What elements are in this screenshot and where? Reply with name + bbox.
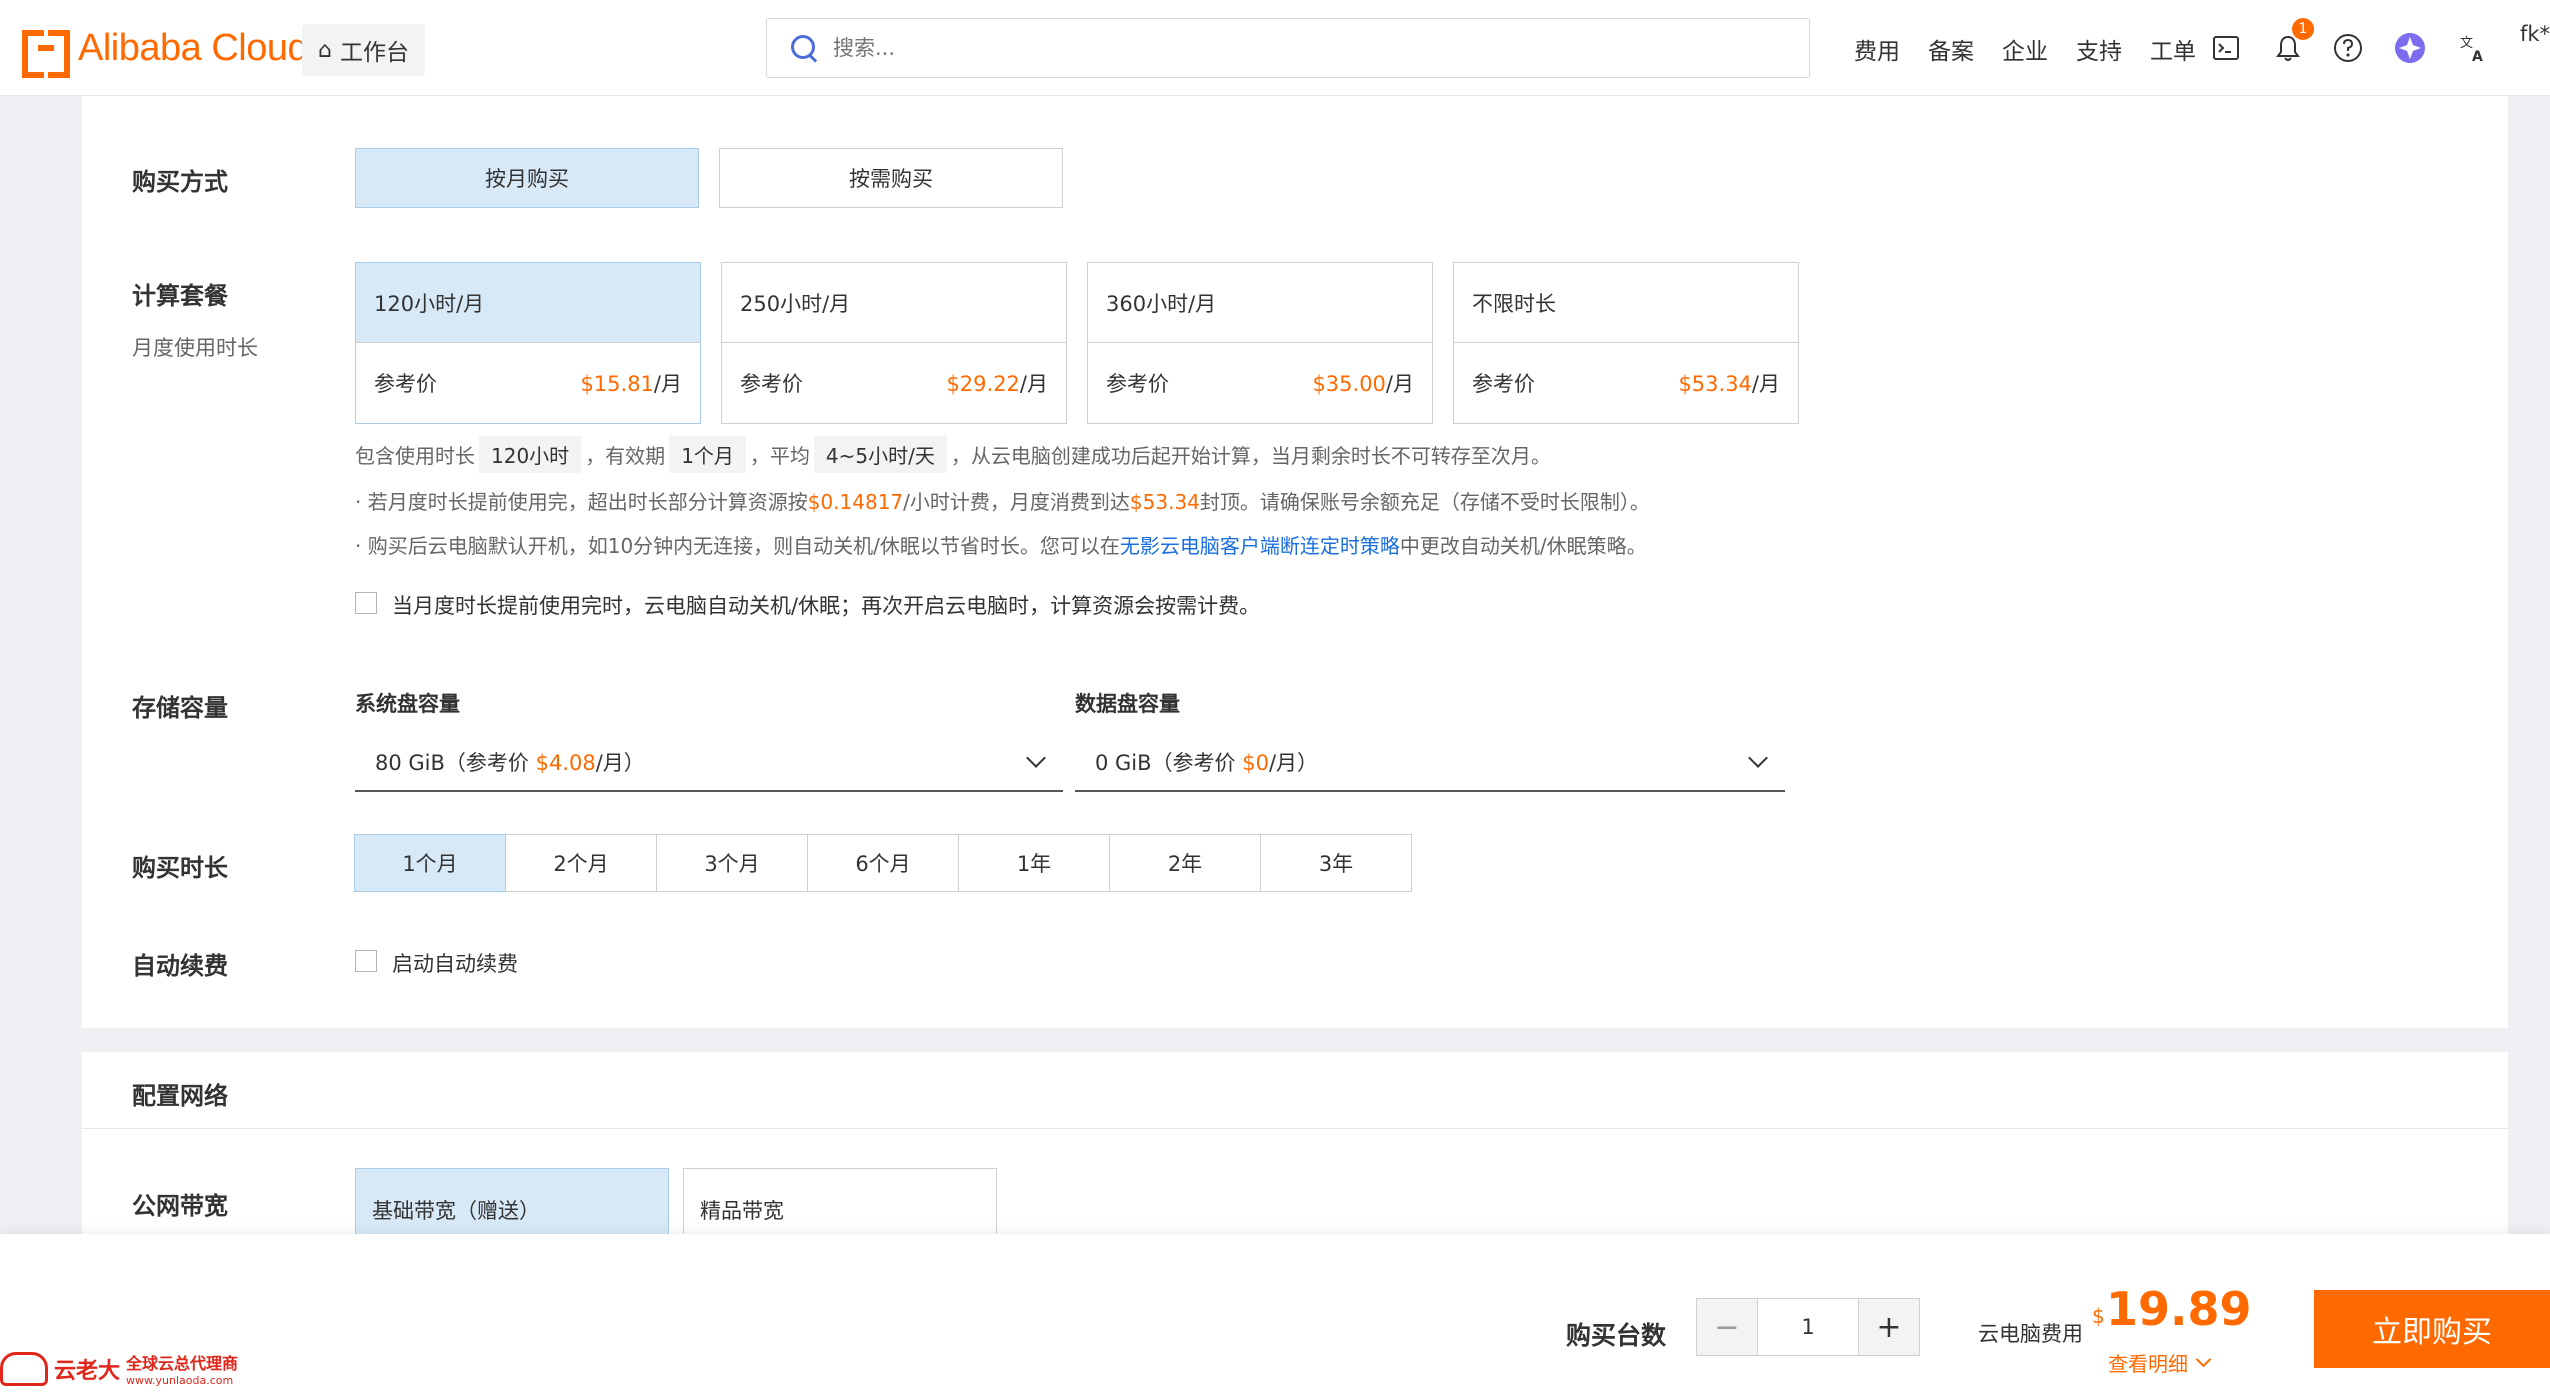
plan-price: $35.00/月 [1312,372,1414,396]
workbench-button[interactable]: ⌂ 工作台 [302,24,425,76]
plan-name: 360小时/月 [1088,263,1432,343]
chevron-down-icon [1026,748,1046,768]
fee-label: 云电脑费用 [1978,1322,2083,1346]
plan-card-unlimited[interactable]: 不限时长 参考价 $53.34/月 [1453,262,1799,424]
cloud-logo-icon [0,1351,48,1386]
ai-assistant-icon[interactable] [2392,30,2428,66]
nav-support[interactable]: 支持 [2062,32,2136,66]
plan-price: $15.81/月 [580,372,682,396]
help-icon[interactable] [2330,30,2366,66]
increment-button[interactable]: + [1858,1298,1920,1356]
search-box[interactable] [766,18,1810,78]
network-section-title: 配置网络 [132,1082,228,1110]
compute-plan-sublabel: 月度使用时长 [132,336,258,360]
search-icon [789,33,819,63]
plan-card-120h[interactable]: 120小时/月 参考价 $15.81/月 [355,262,701,424]
nav-enterprise[interactable]: 企业 [1988,32,2062,66]
plan-info-usage: 包含使用时长 120小时 ，有效期 1个月 ，平均 4~5小时/天 ，从云电脑创建成功后起开… [355,436,1551,473]
ref-price-label: 参考价 [1472,372,1535,396]
plan-info-auto-shutdown: · 购买后云电脑默认开机，如10分钟内无连接，则自动关机/休眠以节省时长。您可以… [355,534,1647,558]
checkout-bar: 购买台数 − 1 + 云电脑费用 $ 19.89 查看明细 立即购买 [0,1234,2550,1394]
alibaba-logo-icon [22,26,70,78]
duration-3-years[interactable]: 3年 [1260,834,1412,892]
plan-price: $29.22/月 [946,372,1048,396]
auto-renew-checkbox[interactable] [355,950,377,972]
plan-name: 不限时长 [1454,263,1798,343]
chevron-down-icon [2195,1351,2212,1368]
compute-plan-label: 计算套餐 [132,282,228,310]
view-details-link[interactable]: 查看明细 [2108,1348,2212,1377]
decrement-button[interactable]: − [1696,1298,1758,1356]
plan-card-250h[interactable]: 250小时/月 参考价 $29.22/月 [721,262,1067,424]
quantity-stepper: − 1 + [1696,1298,1920,1356]
ref-price-label: 参考价 [1106,372,1169,396]
top-nav: 费用 备案 企业 支持 工单 [1840,32,2210,66]
plan-card-360h[interactable]: 360小时/月 参考价 $35.00/月 [1087,262,1433,424]
svg-text:A: A [2472,49,2483,63]
logo-text: Alibaba Cloud [78,26,309,69]
system-disk-value: 80 GiB（参考价 $4.08/月） [375,751,645,775]
fee-currency: $ [2092,1304,2105,1328]
bandwidth-label: 公网带宽 [132,1192,228,1220]
duration-1-year[interactable]: 1年 [958,834,1110,892]
terminal-icon[interactable] [2208,30,2244,66]
disconnect-policy-link[interactable]: 无影云电脑客户端断连定时策略 [1120,534,1400,558]
plan-price-row: 参考价 $35.00/月 [1088,343,1432,423]
alibaba-cloud-logo[interactable]: Alibaba Cloud [22,26,309,78]
auto-renew-checkbox-label: 启动自动续费 [392,952,518,976]
plan-name: 120小时/月 [356,263,700,343]
user-avatar[interactable]: fk* [2520,22,2550,46]
plan-price-row: 参考价 $15.81/月 [356,343,700,423]
quantity-input[interactable]: 1 [1758,1298,1858,1356]
plan-name: 250小时/月 [722,263,1066,343]
bell-icon[interactable]: 1 [2270,18,2314,66]
duration-2-months[interactable]: 2个月 [505,834,657,892]
quantity-label: 购买台数 [1566,1321,1667,1350]
data-disk-label: 数据盘容量 [1075,692,1180,716]
language-icon[interactable]: 文A [2456,30,2492,66]
auto-shutdown-checkbox-label: 当月度时长提前使用完时，云电脑自动关机/休眠；再次开启云电脑时，计算资源会按需计… [392,594,1261,618]
watermark: 云老大 全球云总代理商 www.yunlaoda.com [0,1350,238,1387]
plan-price-row: 参考价 $29.22/月 [722,343,1066,423]
system-disk-label: 系统盘容量 [355,692,460,716]
watermark-text: 全球云总代理商 www.yunlaoda.com [126,1354,239,1387]
duration-6-months[interactable]: 6个月 [807,834,959,892]
option-monthly-purchase[interactable]: 按月购买 [355,148,699,208]
plan-price-row: 参考价 $53.34/月 [1454,343,1798,423]
ref-price-label: 参考价 [740,372,803,396]
ref-price-label: 参考价 [374,372,437,396]
workbench-label: 工作台 [339,40,409,66]
duration-1-month[interactable]: 1个月 [354,834,506,892]
auto-shutdown-checkbox[interactable] [355,592,377,614]
fee-amount: 19.89 [2106,1282,2252,1336]
data-disk-value: 0 GiB（参考价 $0/月） [1095,751,1319,775]
nav-tickets[interactable]: 工单 [2136,32,2210,66]
option-on-demand-purchase[interactable]: 按需购买 [719,148,1063,208]
nav-fees[interactable]: 费用 [1840,32,1914,66]
home-icon: ⌂ [318,37,332,63]
config-card: 购买方式 按月购买 按需购买 计算套餐 月度使用时长 120小时/月 参考价 $… [82,96,2508,1028]
duration-label: 购买时长 [132,854,228,882]
data-disk-select[interactable]: 0 GiB（参考价 $0/月） [1075,734,1785,792]
plan-price: $53.34/月 [1678,372,1780,396]
duration-options: 1个月 2个月 3个月 6个月 1年 2年 3年 [354,834,1412,892]
plan-info-overage: · 若月度时长提前使用完，超出时长部分计算资源按$0.14817/小时计费，月度… [355,490,1650,514]
section-divider [82,1128,2508,1129]
nav-icp-filing[interactable]: 备案 [1914,32,1988,66]
duration-2-years[interactable]: 2年 [1109,834,1261,892]
chevron-down-icon [1748,748,1768,768]
purchase-method-label: 购买方式 [132,168,228,196]
top-bar: Alibaba Cloud ⌂ 工作台 费用 备案 企业 支持 工单 1 文A … [0,0,2550,96]
search-input[interactable] [833,36,1733,60]
auto-renew-label: 自动续费 [132,952,228,980]
notification-badge: 1 [2292,18,2314,40]
watermark-brand: 云老大 [54,1358,121,1384]
buy-now-button[interactable]: 立即购买 [2314,1290,2550,1368]
storage-label: 存储容量 [132,694,228,722]
duration-3-months[interactable]: 3个月 [656,834,808,892]
system-disk-select[interactable]: 80 GiB（参考价 $4.08/月） [355,734,1063,792]
